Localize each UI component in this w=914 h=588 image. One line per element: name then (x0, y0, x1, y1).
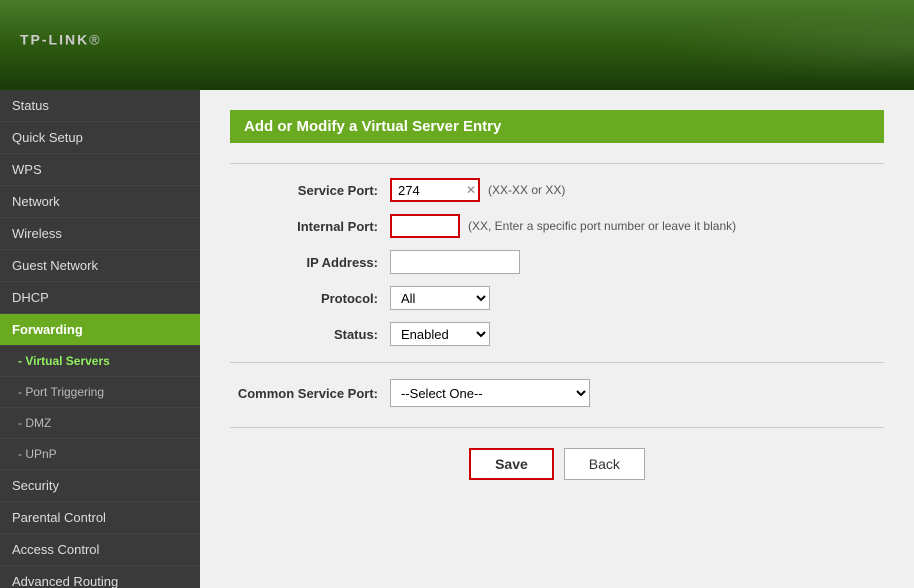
service-port-row: Service Port: ✕ (XX-XX or XX) (230, 178, 884, 202)
logo: TP-LINK® (20, 27, 102, 64)
protocol-label: Protocol: (230, 291, 390, 306)
sidebar-item-quick-setup[interactable]: Quick Setup (0, 122, 200, 154)
service-port-label: Service Port: (230, 183, 390, 198)
ip-address-control (390, 250, 520, 274)
sidebar-item-virtual-servers[interactable]: - Virtual Servers (0, 346, 200, 377)
form: Service Port: ✕ (XX-XX or XX) Internal P… (230, 178, 884, 407)
common-service-control: --Select One-- DNS FTP HTTP HTTPS IMAP P… (390, 379, 590, 407)
logo-symbol: ® (89, 31, 101, 47)
service-port-hint: (XX-XX or XX) (488, 183, 565, 197)
sidebar-item-parental-control[interactable]: Parental Control (0, 502, 200, 534)
service-port-clear-icon[interactable]: ✕ (466, 184, 476, 196)
sidebar-item-access-control[interactable]: Access Control (0, 534, 200, 566)
status-control: Enabled Disabled (390, 322, 490, 346)
common-service-label: Common Service Port: (230, 386, 390, 401)
bottom-divider (230, 427, 884, 428)
mid-divider (230, 362, 884, 363)
sidebar-item-forwarding[interactable]: Forwarding (0, 314, 200, 346)
protocol-row: Protocol: All TCP UDP TCP/UDP (230, 286, 884, 310)
save-button[interactable]: Save (469, 448, 554, 480)
status-select[interactable]: Enabled Disabled (390, 322, 490, 346)
internal-port-control: (XX, Enter a specific port number or lea… (390, 214, 736, 238)
sidebar-item-upnp[interactable]: - UPnP (0, 439, 200, 470)
ip-address-input[interactable] (390, 250, 520, 274)
ip-address-row: IP Address: (230, 250, 884, 274)
main-content: Add or Modify a Virtual Server Entry Ser… (200, 90, 914, 588)
common-service-select[interactable]: --Select One-- DNS FTP HTTP HTTPS IMAP P… (390, 379, 590, 407)
internal-port-label: Internal Port: (230, 219, 390, 234)
protocol-control: All TCP UDP TCP/UDP (390, 286, 490, 310)
sidebar-item-network[interactable]: Network (0, 186, 200, 218)
status-label: Status: (230, 327, 390, 342)
sidebar-item-wps[interactable]: WPS (0, 154, 200, 186)
sidebar-item-status[interactable]: Status (0, 90, 200, 122)
button-row: Save Back (230, 448, 884, 480)
sidebar-item-dmz[interactable]: - DMZ (0, 408, 200, 439)
sidebar-item-wireless[interactable]: Wireless (0, 218, 200, 250)
header: TP-LINK® (0, 0, 914, 90)
section-title: Add or Modify a Virtual Server Entry (230, 110, 884, 143)
sidebar-item-dhcp[interactable]: DHCP (0, 282, 200, 314)
sidebar-item-guest-network[interactable]: Guest Network (0, 250, 200, 282)
layout: Status Quick Setup WPS Network Wireless … (0, 90, 914, 588)
sidebar-item-port-triggering[interactable]: - Port Triggering (0, 377, 200, 408)
back-button[interactable]: Back (564, 448, 645, 480)
internal-port-row: Internal Port: (XX, Enter a specific por… (230, 214, 884, 238)
sidebar-item-advanced-routing[interactable]: Advanced Routing (0, 566, 200, 588)
ip-address-label: IP Address: (230, 255, 390, 270)
service-port-control: ✕ (XX-XX or XX) (390, 178, 565, 202)
internal-port-hint: (XX, Enter a specific port number or lea… (468, 219, 736, 233)
service-port-input-wrapper: ✕ (390, 178, 480, 202)
status-row: Status: Enabled Disabled (230, 322, 884, 346)
sidebar-item-security[interactable]: Security (0, 470, 200, 502)
sidebar: Status Quick Setup WPS Network Wireless … (0, 90, 200, 588)
top-divider (230, 163, 884, 164)
logo-text: TP-LINK (20, 31, 89, 47)
protocol-select[interactable]: All TCP UDP TCP/UDP (390, 286, 490, 310)
common-service-row: Common Service Port: --Select One-- DNS … (230, 379, 884, 407)
internal-port-input[interactable] (390, 214, 460, 238)
